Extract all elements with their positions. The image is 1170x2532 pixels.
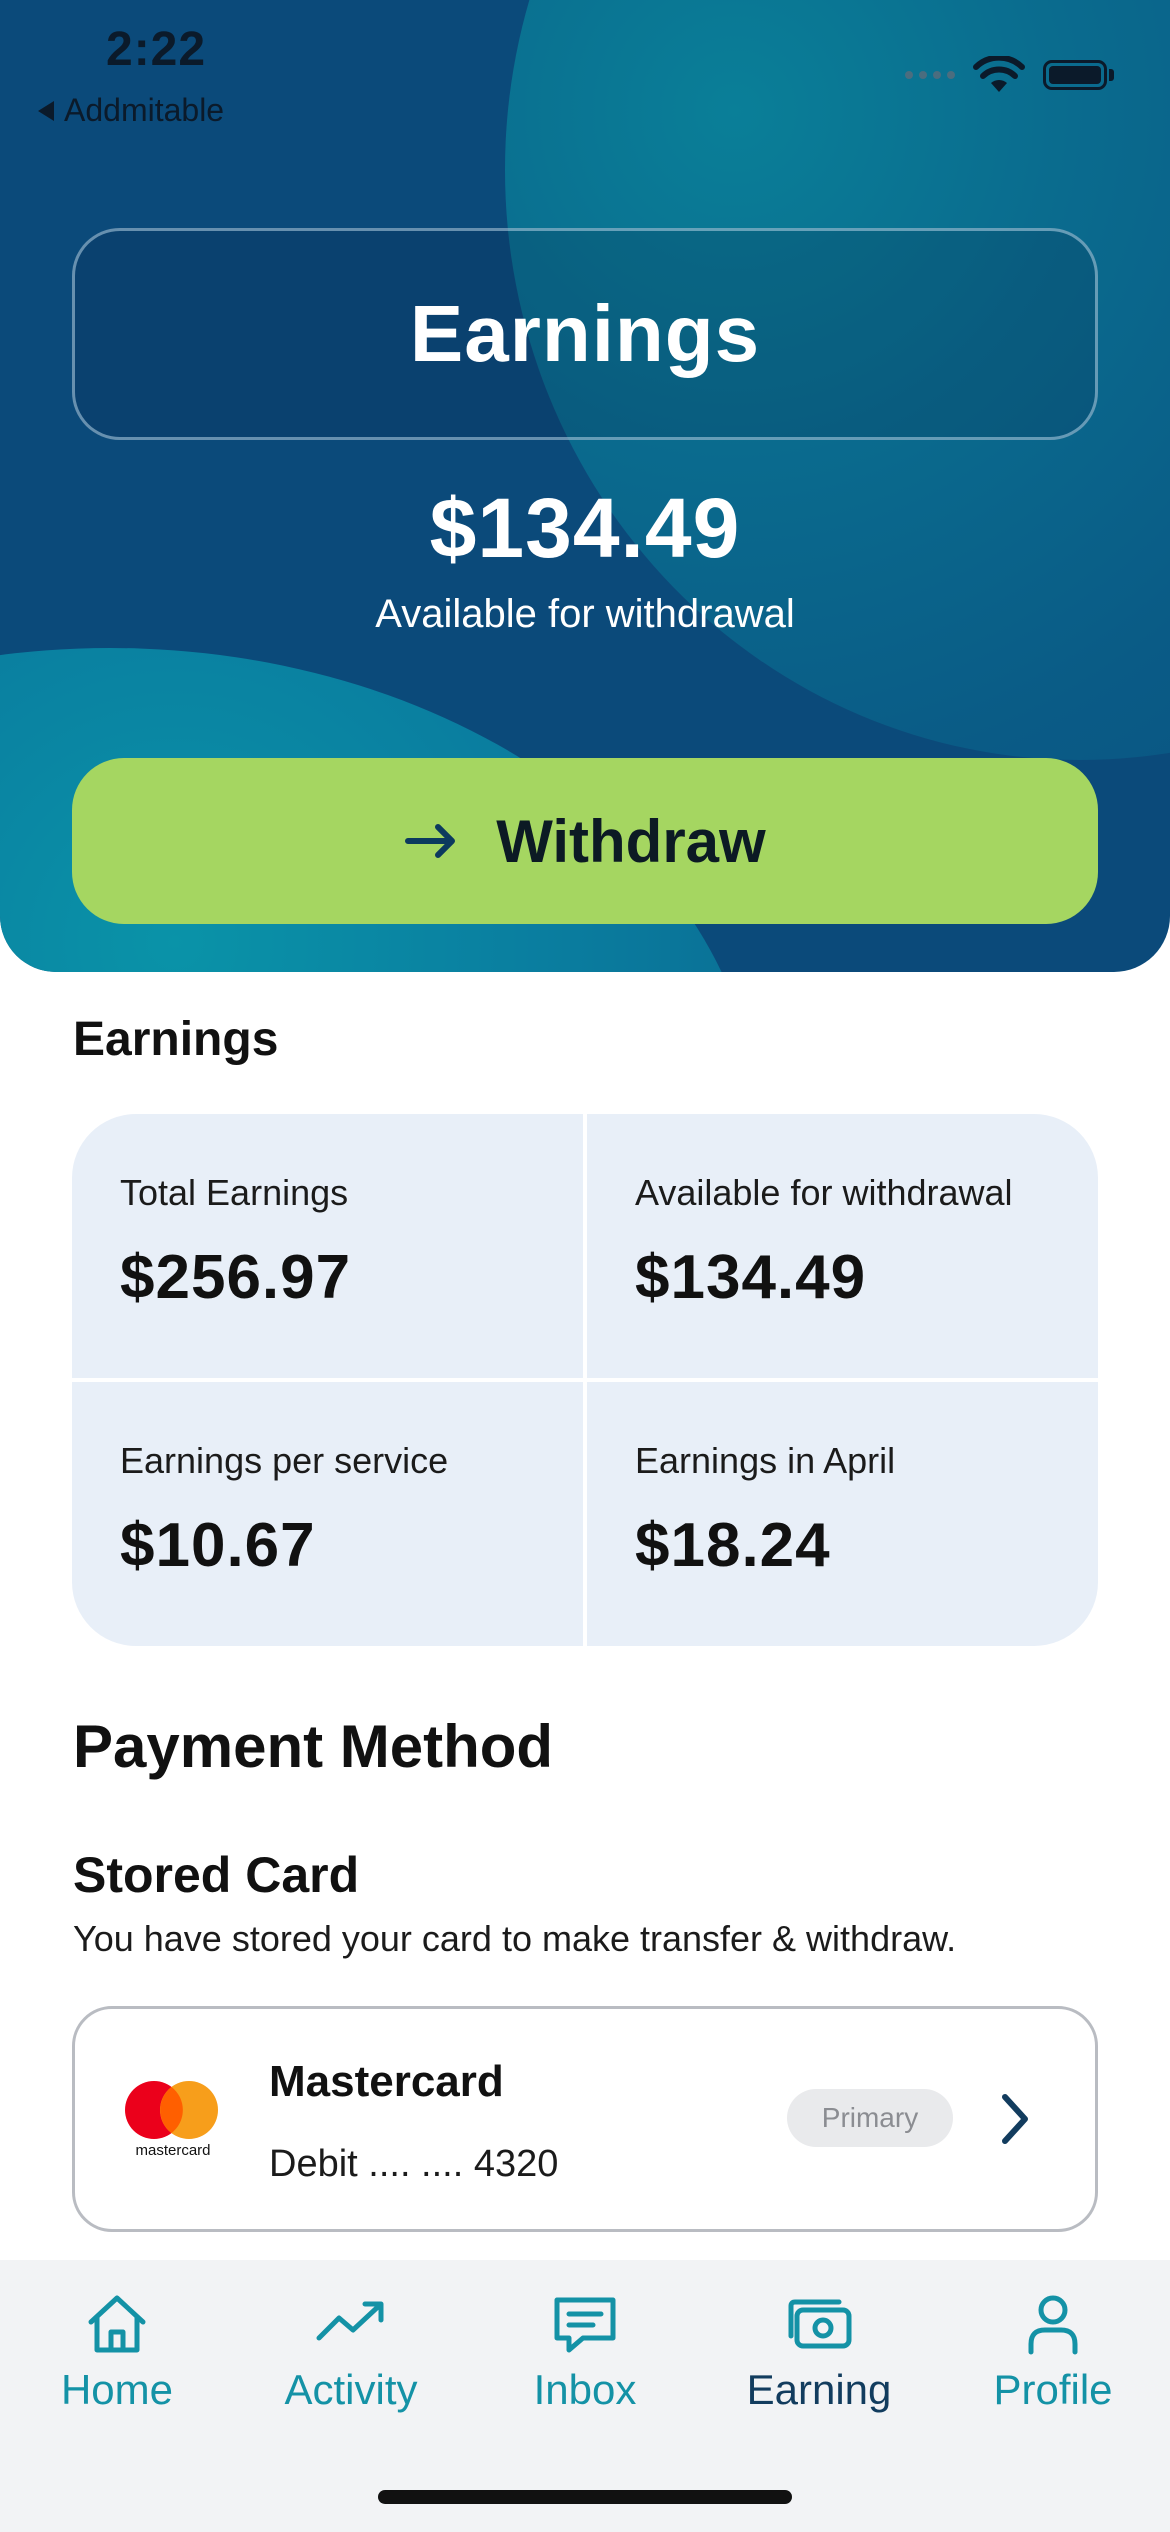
message-icon — [554, 2297, 616, 2353]
battery-icon — [1043, 60, 1107, 90]
back-arrow-icon — [38, 100, 54, 121]
tab-label: Inbox — [533, 2366, 637, 2413]
tab-label: Profile — [993, 2366, 1113, 2413]
available-balance-caption: Available for withdrawal — [375, 592, 795, 636]
home-icon — [88, 2295, 146, 2353]
wifi-icon — [973, 56, 1025, 92]
tab-inbox[interactable]: Inbox — [468, 2288, 702, 2414]
mastercard-logo-text: mastercard — [135, 2142, 210, 2159]
stat-total-earnings: Total Earnings $256.97 — [72, 1114, 583, 1378]
stat-label: Available for withdrawal — [635, 1172, 1013, 1213]
tab-label: Earning — [746, 2366, 892, 2413]
stat-available-withdrawal: Available for withdrawal $134.49 — [587, 1114, 1098, 1378]
home-indicator[interactable] — [378, 2490, 792, 2504]
tab-profile[interactable]: Profile — [936, 2288, 1170, 2414]
status-icons — [905, 56, 1114, 94]
back-app-label: Addmitable — [64, 92, 225, 128]
stat-value: $134.49 — [635, 1243, 867, 1312]
tab-home[interactable]: Home — [0, 2288, 234, 2414]
tab-earning[interactable]: Earning — [702, 2288, 936, 2414]
trending-up-icon — [316, 2301, 384, 2341]
stat-earnings-in-month: Earnings in April $18.24 — [587, 1382, 1098, 1646]
primary-badge: Primary — [787, 2089, 953, 2147]
stored-card-title: Stored Card — [73, 1847, 360, 1903]
earnings-stats-grid: Total Earnings $256.97 Available for wit… — [72, 1114, 1098, 1646]
stat-label: Earnings in April — [635, 1440, 896, 1481]
card-brand: Mastercard — [269, 2057, 504, 2106]
chevron-right-icon — [1002, 2094, 1028, 2144]
stored-card-subtitle: You have stored your card to make transf… — [73, 1918, 957, 1959]
card-number: Debit .... .... 4320 — [269, 2143, 559, 2185]
earnings-section-title: Earnings — [73, 1013, 279, 1066]
stat-value: $10.67 — [120, 1511, 316, 1580]
page-title: Earnings — [409, 289, 761, 378]
withdraw-label: Withdraw — [496, 807, 766, 875]
stored-card-row[interactable]: mastercard Mastercard Debit .... .... 43… — [72, 2006, 1098, 2232]
earnings-header: 2:22 Addmitable Earnings $134.49 Availab… — [0, 0, 1170, 972]
payment-method-title: Payment Method — [73, 1713, 554, 1780]
status-time: 2:22 — [106, 23, 207, 76]
available-balance: $134.49 — [429, 481, 741, 575]
mastercard-logo-icon: mastercard — [125, 2081, 218, 2159]
back-to-app-link[interactable]: Addmitable — [38, 92, 224, 129]
stat-label: Earnings per service — [120, 1440, 449, 1481]
withdraw-button[interactable]: Withdraw — [72, 758, 1098, 924]
page-title-box: Earnings — [72, 228, 1098, 440]
arrow-right-icon — [405, 824, 456, 858]
user-icon — [1028, 2295, 1078, 2355]
tab-activity[interactable]: Activity — [234, 2288, 468, 2414]
tab-label: Activity — [284, 2366, 418, 2413]
cellular-signal-icon — [905, 71, 955, 79]
stat-value: $256.97 — [120, 1243, 352, 1312]
stat-label: Total Earnings — [120, 1172, 349, 1213]
stat-earnings-per-service: Earnings per service $10.67 — [72, 1382, 583, 1646]
cash-icon — [788, 2299, 852, 2349]
tab-label: Home — [60, 2366, 174, 2413]
stat-value: $18.24 — [635, 1511, 831, 1580]
